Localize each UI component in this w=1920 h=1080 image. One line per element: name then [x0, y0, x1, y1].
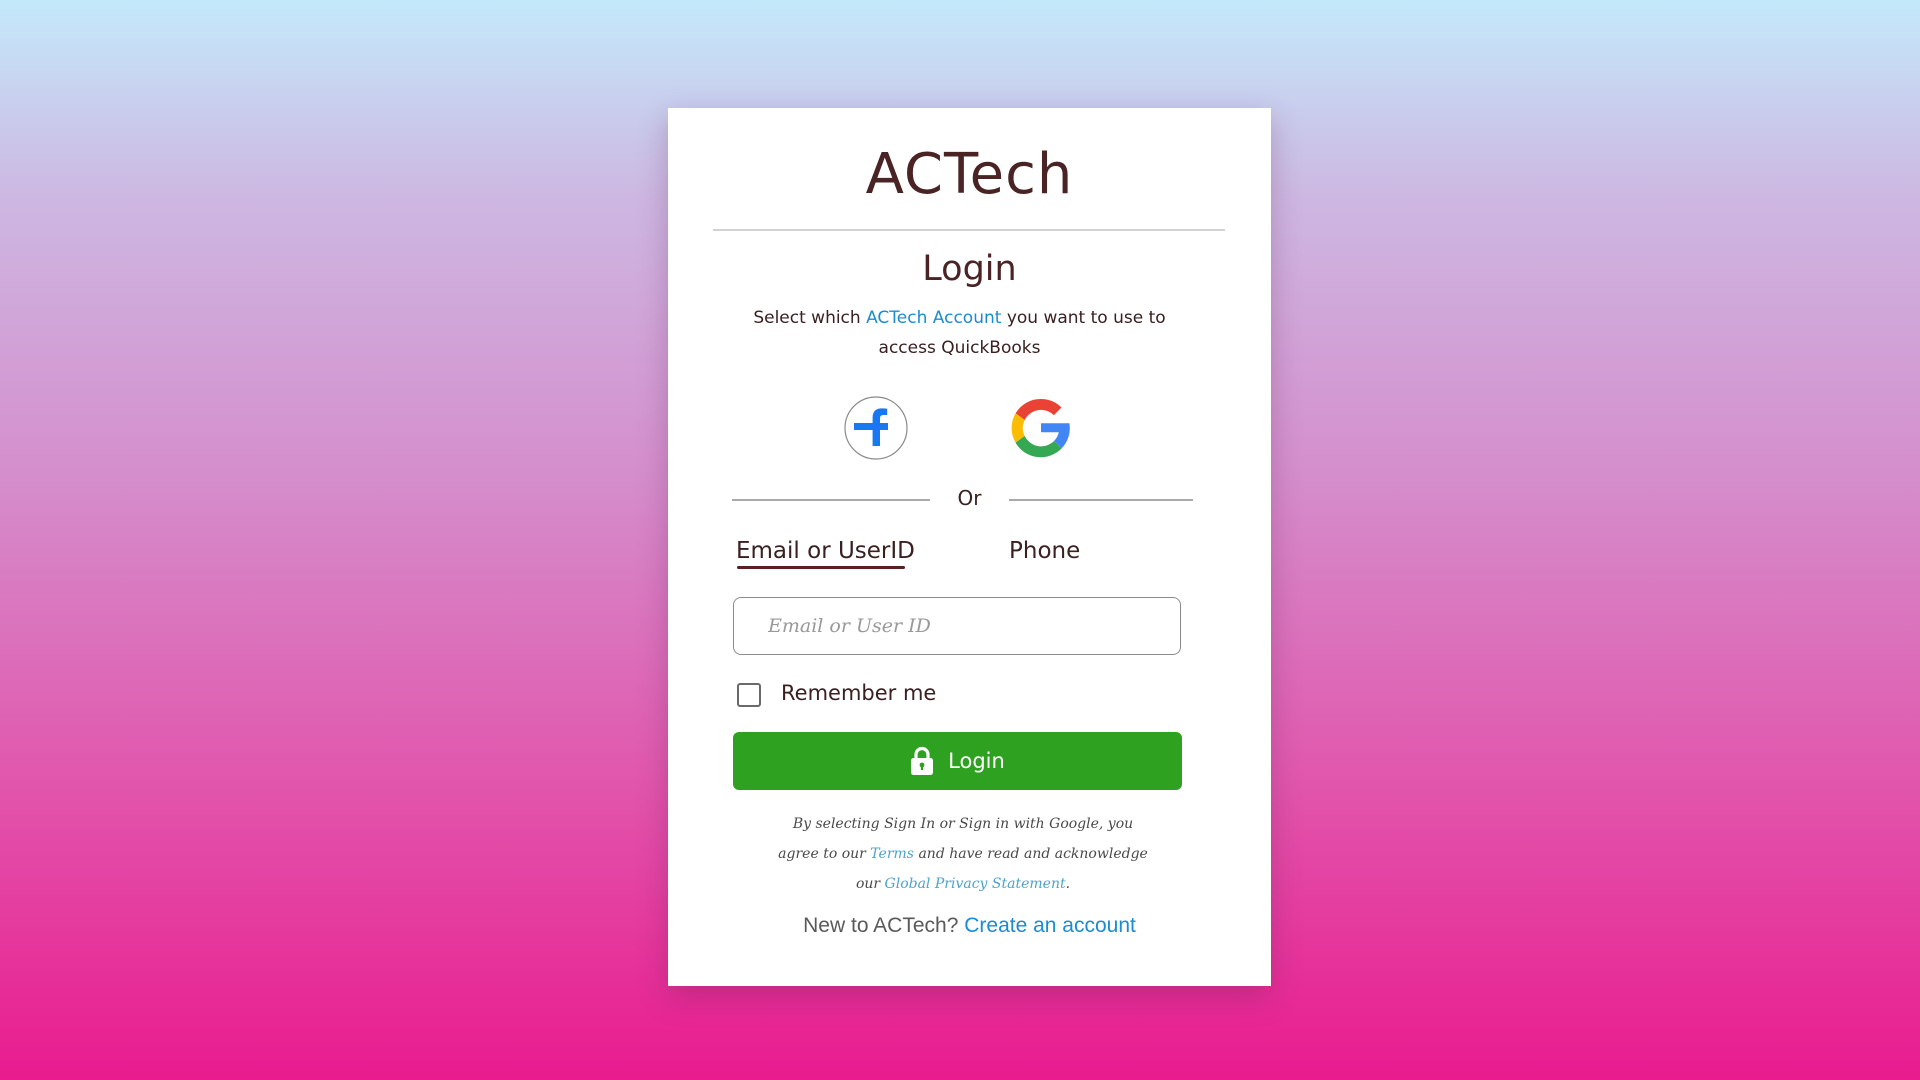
terms-link[interactable]: Terms	[870, 846, 914, 862]
login-heading: Login	[922, 249, 1017, 289]
google-login-button[interactable]	[1009, 396, 1073, 460]
login-subtitle: Select which ACTech Account you want to …	[748, 303, 1171, 363]
legal-suffix: .	[1065, 876, 1071, 892]
facebook-icon	[844, 396, 908, 460]
divider-line-left	[732, 499, 930, 501]
privacy-statement-link[interactable]: Global Privacy Statement	[885, 876, 1066, 892]
brand-divider	[713, 229, 1225, 231]
login-button-label: Login	[948, 749, 1005, 773]
create-account-link[interactable]: Create an account	[964, 914, 1136, 937]
signup-prompt-text: New to ACTech?	[803, 914, 965, 937]
login-card: ACTech Login Select which ACTech Account…	[668, 108, 1271, 986]
google-icon	[1011, 398, 1070, 458]
email-userid-input[interactable]	[733, 597, 1181, 655]
legal-notice: By selecting Sign In or Sign in with Goo…	[773, 809, 1153, 899]
lock-icon	[911, 746, 934, 775]
brand-title: ACTech	[865, 142, 1074, 207]
divider-line-right	[1009, 499, 1193, 501]
tab-email-userid[interactable]: Email or UserID	[736, 538, 915, 568]
remember-me-label[interactable]: Remember me	[781, 681, 936, 705]
subtitle-prefix: Select which	[753, 308, 867, 328]
active-tab-indicator	[737, 566, 905, 569]
login-button[interactable]: Login	[733, 732, 1182, 790]
facebook-login-button[interactable]	[844, 396, 908, 460]
tab-phone[interactable]: Phone	[1009, 538, 1080, 568]
or-divider-text: Or	[957, 486, 982, 510]
signup-prompt: New to ACTech? Create an account	[668, 914, 1271, 938]
remember-me-checkbox[interactable]	[737, 683, 761, 707]
actech-account-link[interactable]: ACTech Account	[866, 308, 1001, 328]
